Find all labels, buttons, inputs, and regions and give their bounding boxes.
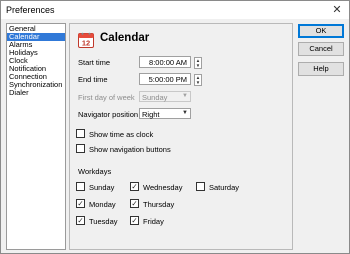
help-button[interactable]: Help <box>298 62 344 76</box>
check-icon[interactable]: ✓ <box>130 199 139 208</box>
ok-button[interactable]: OK <box>298 24 344 38</box>
navigator-position-value: Right <box>142 110 160 119</box>
nav-item-dialer[interactable]: Dialer <box>7 89 65 97</box>
first-day-value: Sunday <box>142 93 168 102</box>
check-icon[interactable]: ✓ <box>130 182 139 191</box>
monday-label: Monday <box>89 200 116 209</box>
navigator-position-select[interactable]: Right ▼ <box>139 108 191 119</box>
cancel-button[interactable]: Cancel <box>298 42 344 56</box>
calendar-icon: 12 <box>78 32 94 48</box>
chevron-down-icon: ▼ <box>182 110 188 116</box>
preferences-window: Preferences ✕ General Calendar Alarms Ho… <box>0 0 350 254</box>
checkbox-box[interactable] <box>76 129 85 138</box>
friday-label: Friday <box>143 217 164 226</box>
start-time-spinner[interactable]: ▲ ▼ <box>194 57 202 69</box>
checkbox-box[interactable] <box>76 182 85 191</box>
checkbox-box[interactable] <box>76 144 85 153</box>
start-time-label: Start time <box>78 58 111 67</box>
chevron-down-icon: ▼ <box>182 93 188 99</box>
check-icon[interactable]: ✓ <box>76 216 85 225</box>
start-time-value: 8:00:00 AM <box>149 58 187 67</box>
close-icon[interactable]: ✕ <box>331 4 343 16</box>
check-icon[interactable]: ✓ <box>130 216 139 225</box>
panel-title: Calendar <box>100 32 150 44</box>
wednesday-label: Wednesday <box>143 183 183 192</box>
spin-down-icon[interactable]: ▼ <box>195 80 201 85</box>
end-time-value: 5:00:00 PM <box>148 75 187 84</box>
workdays-label: Workdays <box>78 167 112 176</box>
svg-text:12: 12 <box>82 39 90 48</box>
show-navigation-buttons-label: Show navigation buttons <box>89 145 171 154</box>
calendar-settings-panel: 12 Calendar Start time 8:00:00 AM ▲ ▼ En… <box>69 23 293 250</box>
title-bar: Preferences ✕ <box>1 1 349 19</box>
start-time-field[interactable]: 8:00:00 AM ▲ ▼ <box>139 56 202 69</box>
first-day-select[interactable]: Sunday ▼ <box>139 91 191 102</box>
tuesday-label: Tuesday <box>89 217 118 226</box>
window-title: Preferences <box>6 5 55 15</box>
sunday-label: Sunday <box>89 183 115 192</box>
show-time-as-clock-label: Show time as clock <box>89 130 154 139</box>
thursday-label: Thursday <box>143 200 175 209</box>
first-day-label: First day of week <box>78 93 135 102</box>
end-time-field[interactable]: 5:00:00 PM ▲ ▼ <box>139 73 202 86</box>
end-time-label: End time <box>78 75 108 84</box>
saturday-label: Saturday <box>209 183 240 192</box>
navigator-position-label: Navigator position <box>78 110 139 119</box>
end-time-spinner[interactable]: ▲ ▼ <box>194 74 202 86</box>
spin-down-icon[interactable]: ▼ <box>195 63 201 68</box>
category-list[interactable]: General Calendar Alarms Holidays Clock N… <box>6 23 66 250</box>
checkbox-box[interactable] <box>196 182 205 191</box>
check-icon[interactable]: ✓ <box>76 199 85 208</box>
